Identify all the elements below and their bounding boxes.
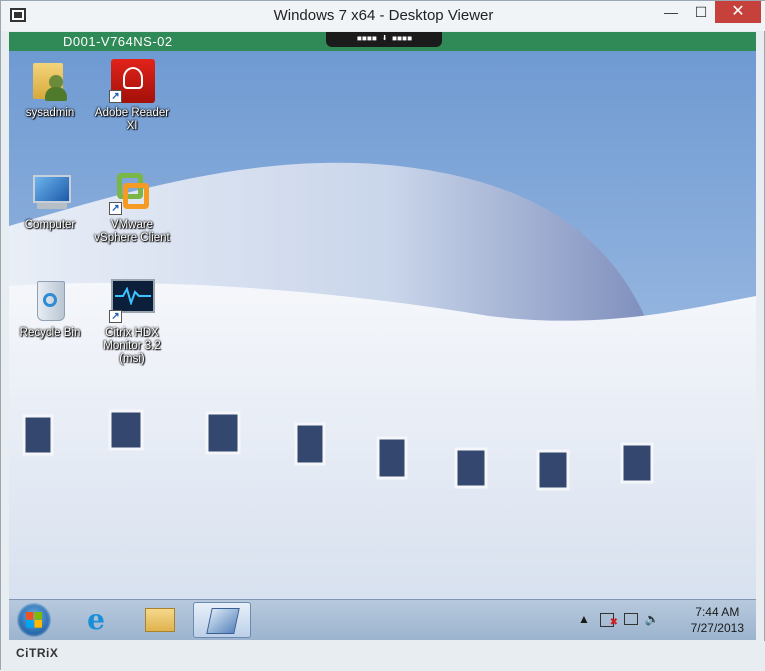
icon-label: Recycle Bin [19, 327, 81, 339]
icon-label: Computer [24, 219, 76, 231]
recycle-bin-icon [27, 277, 73, 323]
title-bar[interactable]: Windows 7 x64 - Desktop Viewer — ☐ ✕ [1, 1, 765, 31]
start-button[interactable] [17, 603, 51, 637]
network-icon[interactable] [622, 611, 638, 627]
taskbar-internet-explorer[interactable]: e [69, 602, 127, 638]
window-title: Windows 7 x64 - Desktop Viewer [273, 7, 494, 24]
user-folder-icon [27, 57, 73, 103]
clock[interactable]: 7:44 AM 7/27/2013 [691, 604, 744, 636]
taskbar: e ▲ ✖ 🔊 7:44 AM 7/27/2013 [9, 599, 756, 640]
shortcut-arrow-icon: ↗ [109, 202, 122, 215]
citrix-logo: CiTRiX [16, 646, 59, 660]
citrix-receiver-icon [206, 608, 240, 634]
clock-date: 7/27/2013 [690, 621, 744, 635]
minimize-button[interactable]: — [655, 1, 687, 23]
icon-label: sysadmin [25, 107, 75, 119]
desktop-icon-computer[interactable]: Computer [9, 169, 93, 232]
icon-label: VMware vSphere Client [94, 219, 170, 244]
desktop-icon-hdx-monitor[interactable]: ↗ Citrix HDX Monitor 3.2 (msi) [89, 277, 175, 366]
adobe-reader-icon: ↗ [109, 57, 155, 103]
viewer-window: Windows 7 x64 - Desktop Viewer — ☐ ✕ D00… [0, 0, 765, 671]
icon-label: Citrix HDX Monitor 3.2 (msi) [103, 327, 161, 365]
remote-desktop[interactable]: sysadmin ↗ Adobe Reader XI Computer ↗ VM… [9, 51, 756, 599]
shortcut-arrow-icon: ↗ [109, 90, 122, 103]
computer-icon [27, 169, 73, 215]
folder-icon [145, 608, 175, 632]
close-button[interactable]: ✕ [715, 1, 761, 23]
desktop-icon-recycle-bin[interactable]: Recycle Bin [9, 277, 93, 340]
system-tray: ▲ ✖ 🔊 7:44 AM 7/27/2013 [576, 600, 756, 640]
desktop-icon-sysadmin[interactable]: sysadmin [9, 57, 93, 120]
icon-label: Adobe Reader XI [94, 107, 170, 132]
vm-name: D001-V764NS-02 [63, 34, 173, 49]
clock-time: 7:44 AM [695, 605, 740, 619]
internet-explorer-icon: e [87, 603, 105, 636]
taskbar-citrix-receiver[interactable] [193, 602, 251, 638]
maximize-button[interactable]: ☐ [685, 1, 717, 23]
vmware-icon: ↗ [109, 169, 155, 215]
taskbar-file-explorer[interactable] [131, 602, 189, 638]
action-center-icon[interactable]: ✖ [598, 611, 618, 628]
desktop-icon-adobe-reader[interactable]: ↗ Adobe Reader XI [89, 57, 175, 133]
show-hidden-icons-button[interactable]: ▲ [576, 611, 592, 627]
shortcut-arrow-icon: ↗ [109, 310, 122, 323]
hdx-monitor-icon: ↗ [109, 277, 155, 323]
volume-icon[interactable]: 🔊 [644, 611, 660, 627]
desktop-icon-vmware[interactable]: ↗ VMware vSphere Client [89, 169, 175, 245]
toolbar-handle[interactable]: ▪▪▪▪ ⬇ ▪▪▪▪ [326, 32, 442, 47]
viewer-status-bar: CiTRiX [1, 641, 765, 671]
